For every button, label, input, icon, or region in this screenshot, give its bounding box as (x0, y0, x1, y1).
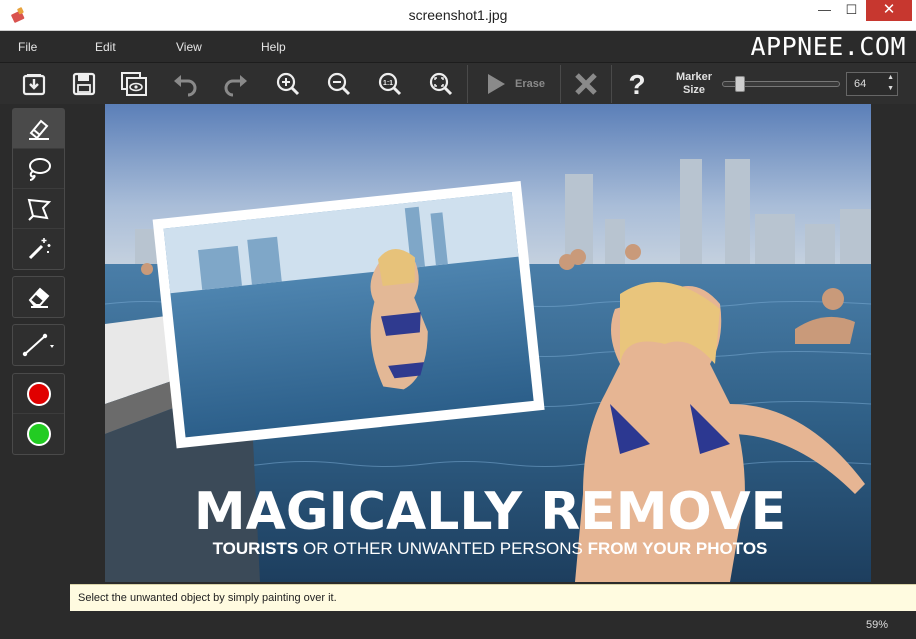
photo-canvas[interactable]: MAGICALLY REMOVE TOURISTS OR OTHER UNWAN… (105, 104, 871, 582)
toolbar-separator (467, 65, 468, 103)
close-button[interactable]: ✕ (866, 0, 912, 21)
zoom-fit-icon (429, 72, 453, 96)
undo-icon (174, 75, 197, 97)
pool-photo: MAGICALLY REMOVE TOURISTS OR OTHER UNWAN… (105, 104, 871, 582)
save-as-button[interactable] (117, 68, 151, 100)
cancel-button[interactable] (569, 68, 603, 100)
toolbar-separator (560, 65, 561, 103)
polygonal-lasso-icon (27, 198, 51, 221)
red-color-swatch (26, 381, 51, 406)
photo-sub-normal: OR OTHER UNWANTED PERSONS (303, 539, 583, 558)
redo-button[interactable] (219, 68, 253, 100)
magic-wand-tool[interactable] (13, 229, 64, 269)
open-button[interactable] (17, 68, 51, 100)
lasso-tool[interactable] (13, 149, 64, 189)
tool-panel (0, 104, 70, 584)
menu-edit[interactable]: Edit (95, 40, 116, 54)
menu-view[interactable]: View (176, 40, 202, 54)
eraser-tool[interactable] (13, 277, 64, 317)
spin-up-icon[interactable]: ▲ (887, 74, 894, 81)
menu-bar: File Edit View Help APPNEE.COM (0, 32, 916, 62)
marker-tool[interactable] (13, 109, 64, 149)
erase-label[interactable]: Erase (515, 78, 545, 90)
zoom-level: 59% (865, 619, 888, 631)
zoom-in-button[interactable] (271, 68, 305, 100)
toolbar: 1:1 Erase ? Marker Size 64 ▲ ▼ (0, 62, 916, 104)
zoom-actual-button[interactable]: 1:1 (373, 68, 407, 100)
title-bar: screenshot1.jpg — ☐ ✕ (0, 0, 916, 31)
polygonal-lasso-tool[interactable] (13, 189, 64, 229)
line-icon (22, 333, 54, 357)
selection-tools (12, 108, 65, 270)
zoom-actual-icon: 1:1 (378, 72, 402, 96)
spin-down-icon[interactable]: ▼ (887, 85, 894, 92)
color-group (12, 373, 65, 455)
hint-bar: Select the unwanted object by simply pai… (70, 584, 916, 611)
menu-file[interactable]: File (18, 40, 37, 54)
erase-play-icon (488, 74, 505, 94)
photo-sub-bold-1: TOURISTS (213, 539, 299, 558)
help-button[interactable]: ? (620, 68, 654, 100)
photo-sub-bold-2: FROM YOUR PHOTOS (588, 539, 768, 558)
svg-text:?: ? (628, 70, 645, 98)
magic-wand-icon (28, 238, 50, 260)
minimize-button[interactable]: — (811, 0, 838, 21)
eraser-icon (28, 287, 49, 308)
erase-button[interactable] (478, 68, 512, 100)
photo-subline: TOURISTS OR OTHER UNWANTED PERSONS FROM … (213, 539, 768, 558)
zoom-in-icon (276, 72, 300, 96)
zoom-out-button[interactable] (322, 68, 356, 100)
marker-size-spinbox[interactable]: 64 ▲ ▼ (846, 72, 898, 96)
eraser-group (12, 276, 65, 318)
status-bar: 59% (0, 611, 916, 639)
marker-size-label: Marker Size (666, 71, 722, 97)
green-color-button[interactable] (13, 414, 64, 454)
marker-size-slider[interactable] (722, 76, 840, 92)
watermark: APPNEE.COM (750, 32, 906, 61)
window-title: screenshot1.jpg (408, 7, 508, 23)
chevron-down-icon (49, 345, 54, 348)
redo-icon (224, 75, 247, 97)
marker-label-line1: Marker (675, 71, 713, 83)
line-tool[interactable] (13, 325, 64, 365)
marker-icon (28, 119, 49, 140)
maximize-button[interactable]: ☐ (838, 0, 865, 21)
save-as-icon (121, 72, 147, 96)
open-icon (22, 74, 46, 96)
canvas-area: MAGICALLY REMOVE TOURISTS OR OTHER UNWAN… (70, 104, 916, 584)
green-color-swatch (26, 422, 51, 446)
zoom-fit-button[interactable] (424, 68, 458, 100)
hint-text: Select the unwanted object by simply pai… (78, 592, 337, 604)
toolbar-separator (611, 65, 612, 103)
help-icon: ? (628, 70, 645, 98)
red-color-button[interactable] (13, 374, 64, 414)
menu-help[interactable]: Help (261, 40, 286, 54)
zoom-actual-text: 1:1 (383, 80, 393, 87)
slider-thumb[interactable] (735, 76, 745, 92)
save-icon (72, 72, 96, 96)
line-group (12, 324, 65, 366)
cancel-icon (575, 73, 597, 95)
lasso-icon (28, 157, 51, 181)
marker-size-value[interactable]: 64 (854, 78, 866, 90)
photo-headline: MAGICALLY REMOVE (194, 482, 786, 542)
undo-button[interactable] (168, 68, 202, 100)
marker-label-line2: Size (682, 84, 705, 96)
save-button[interactable] (67, 68, 101, 100)
zoom-out-icon (327, 72, 351, 96)
